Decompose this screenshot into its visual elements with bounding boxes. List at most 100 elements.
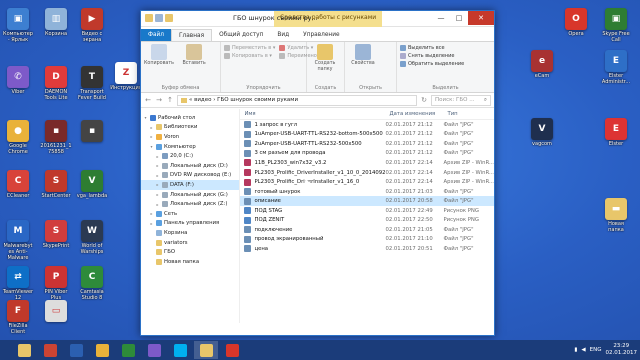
- desktop-icon[interactable]: ▣ Компьютер - Ярлык: [2, 8, 34, 43]
- expand-arrow-icon[interactable]: ▸: [149, 125, 154, 130]
- desktop-icon[interactable]: Z Инструкция: [110, 62, 142, 91]
- file-row[interactable]: описание 02.01.2017 20:58 Файл "JPG": [240, 196, 494, 206]
- desktop-icon[interactable]: Vvga_lambda: [76, 170, 108, 199]
- up-button[interactable]: ↑: [166, 96, 174, 104]
- clock[interactable]: 23:29 02.01.2017: [606, 343, 638, 357]
- start-button[interactable]: [0, 341, 10, 359]
- expand-arrow-icon[interactable]: ▸: [155, 192, 160, 197]
- taskbar-viber-button[interactable]: [142, 341, 166, 359]
- network-icon[interactable]: ▮: [574, 347, 577, 353]
- new-folder-button[interactable]: Создать папку: [310, 44, 340, 73]
- volume-icon[interactable]: ◀: [581, 347, 585, 353]
- nav-item[interactable]: Новая папка: [141, 257, 239, 267]
- move-to-button[interactable]: Переместить в ▾: [224, 44, 275, 52]
- file-row[interactable]: 2uAmper-USB-UART-TTL-RS232-500x500 02.01.…: [240, 139, 494, 149]
- taskbar-skype-button[interactable]: [168, 341, 192, 359]
- expand-arrow-icon[interactable]: ▸: [155, 182, 160, 187]
- nav-item[interactable]: ▾ Компьютер: [141, 142, 239, 152]
- tab-home[interactable]: Главная: [171, 29, 213, 41]
- nav-item[interactable]: ▾ Рабочий стол: [141, 113, 239, 123]
- language-indicator[interactable]: ENG: [590, 347, 602, 353]
- expand-arrow-icon[interactable]: ▾: [143, 115, 148, 120]
- desktop-icon[interactable]: E Elster: [600, 118, 632, 147]
- nav-item[interactable]: ▸ Локальный диск (G:): [141, 190, 239, 200]
- nav-item[interactable]: ▸ Библиотеки: [141, 123, 239, 133]
- taskbar-word-button[interactable]: [64, 341, 88, 359]
- taskbar-explorer-window-button[interactable]: [194, 341, 218, 359]
- tab-manage[interactable]: Управление: [296, 29, 346, 41]
- file-row[interactable]: ПОД STAG 02.01.2017 22:49 Рисунок PNG: [240, 206, 494, 216]
- desktop-icon[interactable]: W World of Warships: [76, 220, 108, 255]
- expand-arrow-icon[interactable]: ▸: [149, 134, 154, 139]
- nav-item[interactable]: ▸ Сеть: [141, 209, 239, 219]
- taskbar-media-button[interactable]: [38, 341, 62, 359]
- desktop-icon[interactable]: S StartCenter: [40, 170, 72, 199]
- desktop-icon[interactable]: ▬ Новая папка: [600, 198, 632, 233]
- tab-file[interactable]: Файл: [141, 29, 172, 41]
- back-button[interactable]: ←: [144, 96, 152, 104]
- desktop-icon[interactable]: S SkypePrint: [40, 220, 72, 249]
- taskbar-chrome-button[interactable]: [90, 341, 114, 359]
- column-name[interactable]: Имя: [240, 111, 385, 117]
- desktop-icon[interactable]: ● Google Chrome: [2, 120, 34, 155]
- desktop-icon[interactable]: C CCleaner: [2, 170, 34, 199]
- properties-icon[interactable]: [155, 14, 163, 22]
- file-row[interactable]: PL2303_Prolific_DriverInstaller_v1_10_0_…: [240, 168, 494, 178]
- nav-item[interactable]: ▸ DVD RW дисковод (E:): [141, 171, 239, 181]
- new-folder-icon[interactable]: [165, 14, 173, 22]
- desktop-icon[interactable]: F FileZilla Client: [2, 300, 34, 335]
- select-all-button[interactable]: Выделить все: [400, 44, 491, 52]
- nav-item[interactable]: ГБО: [141, 247, 239, 257]
- select-none-button[interactable]: Снять выделение: [400, 52, 491, 60]
- desktop-icon[interactable]: O Opera: [560, 8, 592, 37]
- desktop-icon[interactable]: C Camtasia Studio 8: [76, 266, 108, 301]
- file-row[interactable]: 1 запрос в гугл 02.01.2017 21:12 Файл "JPG…: [240, 120, 494, 130]
- desktop-icon[interactable]: e eCam: [526, 50, 558, 79]
- nav-item[interactable]: ▸ Локальный диск (Z:): [141, 199, 239, 209]
- properties-button[interactable]: Свойства: [348, 44, 378, 67]
- desktop-icon[interactable]: ▭: [40, 300, 72, 323]
- refresh-button[interactable]: ↻: [420, 96, 428, 104]
- desktop-icon[interactable]: Vvagcom: [526, 118, 558, 147]
- desktop-icon[interactable]: ✆ Viber: [2, 66, 34, 95]
- file-row[interactable]: 1uAmper-USB-UART-TTL-RS232-bottom-500x50…: [240, 130, 494, 140]
- desktop-icon[interactable]: ▣ Skype Free Call: [600, 8, 632, 43]
- title-bar[interactable]: Средства работы с рисунками ГБО шнурок с…: [141, 11, 494, 27]
- taskbar-camtasia-button[interactable]: [116, 341, 140, 359]
- paste-button[interactable]: Вставить: [179, 44, 209, 67]
- desktop-icon[interactable]: ▪ 20161231_175858: [40, 120, 72, 155]
- close-button[interactable]: ✕: [468, 11, 494, 25]
- expand-arrow-icon[interactable]: ▸: [155, 154, 160, 159]
- desktop-icon[interactable]: ⇄ TeamViewer 12: [2, 266, 34, 301]
- desktop-icon[interactable]: D DAEMON Tools Lite: [40, 66, 72, 101]
- file-row[interactable]: 3 см разъем для провода 02.01.2017 21:12 Ф…: [240, 149, 494, 159]
- column-type[interactable]: Тип: [443, 111, 457, 117]
- search-input[interactable]: Поиск: ГБО ... ⌕: [431, 94, 491, 106]
- nav-item[interactable]: variators: [141, 238, 239, 248]
- desktop-icon[interactable]: ▶ Видео с экрана: [76, 8, 108, 43]
- folder-icon[interactable]: [145, 14, 153, 22]
- maximize-button[interactable]: □: [450, 11, 468, 25]
- desktop-icon[interactable]: ▪: [76, 120, 108, 143]
- expand-arrow-icon[interactable]: ▸: [149, 211, 154, 216]
- taskbar-explorer-button[interactable]: [12, 341, 36, 359]
- minimize-button[interactable]: —: [432, 11, 450, 25]
- copy-to-button[interactable]: Копировать в ▾: [224, 52, 275, 60]
- tab-share[interactable]: Общий доступ: [212, 29, 270, 41]
- desktop-icon[interactable]: E Elster Administr...: [600, 50, 632, 85]
- address-bar[interactable]: « видео › ГБО шнурок своими руками: [177, 94, 417, 106]
- nav-item[interactable]: Корзина: [141, 228, 239, 238]
- column-date[interactable]: Дата изменения: [385, 111, 443, 117]
- nav-item[interactable]: ▸ Voron: [141, 132, 239, 142]
- file-row[interactable]: готовый шнурок 02.01.2017 21:03 Файл "JPG": [240, 187, 494, 197]
- expand-arrow-icon[interactable]: ▸: [155, 163, 160, 168]
- tab-view[interactable]: Вид: [270, 29, 296, 41]
- expand-arrow-icon[interactable]: ▾: [149, 144, 154, 149]
- desktop-icon[interactable]: M Malwarebytes Anti-Malware: [2, 220, 34, 261]
- nav-item[interactable]: ▸ DATA (F:): [141, 180, 240, 190]
- expand-arrow-icon[interactable]: ▸: [155, 202, 160, 207]
- desktop-icon[interactable]: P PIN Viber Plus: [40, 266, 72, 301]
- file-row[interactable]: 11B_PL2303_win7x32_v3.2 02.01.2017 22:14 А…: [240, 158, 494, 168]
- copy-button[interactable]: Копировать: [144, 44, 174, 67]
- expand-arrow-icon[interactable]: ▸: [155, 173, 160, 178]
